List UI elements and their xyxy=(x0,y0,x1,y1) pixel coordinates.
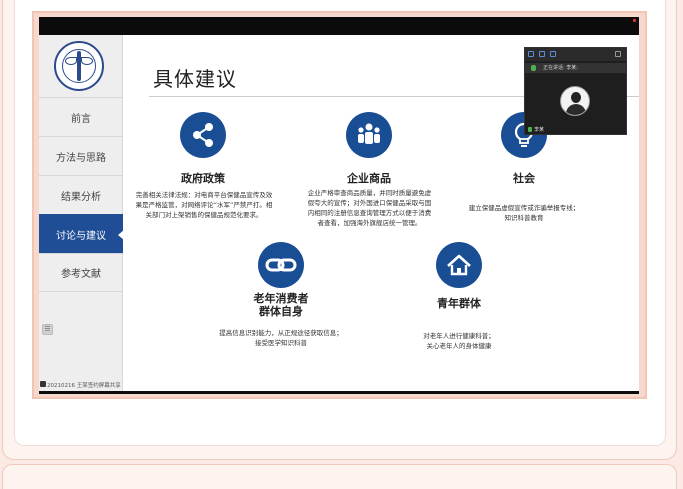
slide-nav: 前言 方法与思路 结果分析 讨论与建议 参考文献 xyxy=(39,97,124,292)
gallery-view-icon[interactable] xyxy=(539,51,545,57)
screen-top-bar xyxy=(39,17,639,35)
nav-item-methods[interactable]: 方法与思路 xyxy=(39,136,123,175)
suggestion-text-society: 建立保健品虚假宣传或诈骗举报专线； 知识科普教育 xyxy=(468,204,580,222)
shared-screen: 前言 方法与思路 结果分析 讨论与建议 参考文献 ☰ 具体建议 政府政策 完善相… xyxy=(39,17,639,394)
link-icon xyxy=(258,242,304,288)
mic-icon xyxy=(528,127,532,132)
recording-label: 20210216 王某签约屏幕共享 xyxy=(47,383,121,389)
list-view-icon[interactable] xyxy=(550,51,556,57)
avatar xyxy=(560,86,590,116)
video-panel[interactable]: 正在讲话: 李某; 李某 xyxy=(524,47,627,135)
suggestion-heading-elderly: 老年消费者 群体自身 xyxy=(253,292,309,318)
home-icon xyxy=(436,242,482,288)
nav-item-results[interactable]: 结果分析 xyxy=(39,175,123,214)
menu-toggle-icon[interactable]: ☰ xyxy=(42,324,53,335)
minimize-icon[interactable] xyxy=(528,51,534,57)
presentation-slide: 前言 方法与思路 结果分析 讨论与建议 参考文献 ☰ 具体建议 政府政策 完善相… xyxy=(39,35,639,391)
speaker-mic-icon xyxy=(531,65,536,71)
suggestion-text-enterprise: 企业严格审查商品质量，并同时质量避免虚 假夸大的宣传；对外国进口保健品采取与国 … xyxy=(307,189,432,227)
share-icon xyxy=(180,112,226,158)
screen-bottom-bar xyxy=(39,391,639,394)
group-icon xyxy=(346,112,392,158)
close-icon[interactable] xyxy=(633,19,636,22)
recording-icon xyxy=(40,381,46,387)
suggestion-text-youth: 对老年人进行健康科普； 关心老年人的身体健康 xyxy=(423,332,495,350)
speaking-status: 正在讲话: 李某; xyxy=(525,63,626,73)
next-card-strip xyxy=(2,464,677,489)
suggestion-heading-enterprise: 企业商品 xyxy=(347,172,391,185)
nav-item-preface[interactable]: 前言 xyxy=(39,97,123,136)
nav-item-references[interactable]: 参考文献 xyxy=(39,253,123,292)
nav-item-discussion[interactable]: 讨论与建议 xyxy=(39,214,124,253)
suggestion-text-government: 完善相关法律法规：对电商平台保健品宣传及效 果是严格监管，对网络评论“水军”严禁… xyxy=(135,191,273,219)
slide-sidebar: 前言 方法与思路 结果分析 讨论与建议 参考文献 ☰ xyxy=(39,35,124,391)
suggestion-heading-youth: 青年群体 xyxy=(437,297,481,310)
slide-title: 具体建议 xyxy=(153,67,237,91)
university-logo xyxy=(54,41,104,91)
panel-menu-icon[interactable] xyxy=(615,51,621,57)
suggestion-text-elderly: 提高信息识别能力，从正规途径获取信息； 接受医学知识科普 xyxy=(219,329,343,347)
suggestion-heading-government: 政府政策 xyxy=(181,172,225,185)
video-panel-header xyxy=(525,48,626,61)
suggestion-heading-society: 社会 xyxy=(513,172,535,185)
participant-name: 李某 xyxy=(528,126,544,133)
